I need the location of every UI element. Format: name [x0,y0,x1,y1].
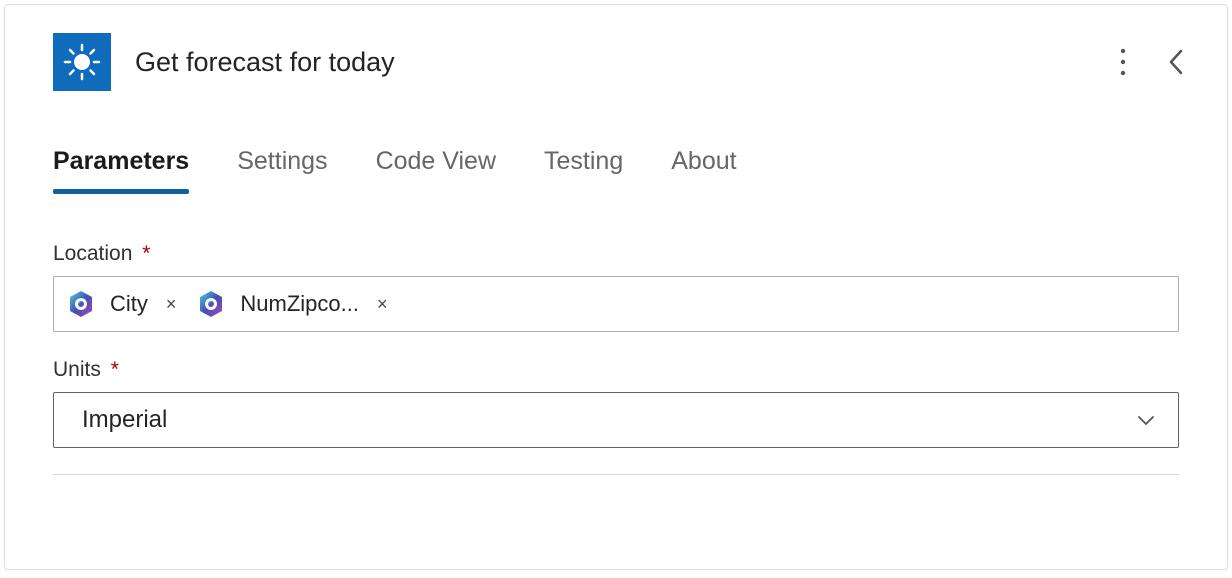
units-select[interactable]: Imperial [53,392,1179,448]
tab-settings[interactable]: Settings [237,147,327,194]
token-numzipco[interactable]: NumZipco... × [194,287,393,321]
field-location: Location * [53,242,1179,332]
tab-testing[interactable]: Testing [544,147,623,194]
location-label: Location * [53,242,1179,266]
chevron-down-icon [1134,408,1158,432]
token-remove-button[interactable]: × [371,294,394,315]
parameters-form: Location * [5,194,1227,448]
panel-header: Get forecast for today [5,5,1227,99]
collapse-button[interactable] [1163,43,1189,81]
dynamic-content-icon [64,287,98,321]
tabs: Parameters Settings Code View Testing Ab… [5,99,1227,194]
units-value: Imperial [82,406,167,434]
required-indicator: * [111,358,119,381]
token-remove-button[interactable]: × [160,294,183,315]
divider [53,474,1179,475]
more-vertical-icon [1119,47,1127,77]
chevron-left-icon [1167,47,1185,77]
units-label: Units * [53,358,1179,382]
required-indicator: * [142,242,150,265]
action-panel: Get forecast for today Parameters Settin… [4,4,1228,570]
location-label-text: Location [53,242,132,265]
units-label-text: Units [53,358,101,381]
tab-about[interactable]: About [671,147,736,194]
tab-code-view[interactable]: Code View [376,147,496,194]
tab-parameters[interactable]: Parameters [53,147,189,194]
dynamic-content-icon [194,287,228,321]
token-city[interactable]: City × [64,287,182,321]
more-button[interactable] [1115,43,1131,81]
token-label: NumZipco... [240,291,359,317]
connector-icon [53,33,111,91]
header-actions [1115,43,1189,81]
location-input[interactable]: City × [53,276,1179,332]
action-title: Get forecast for today [135,47,1091,78]
token-label: City [110,291,148,317]
sun-icon [62,42,102,82]
field-units: Units * Imperial [53,358,1179,448]
